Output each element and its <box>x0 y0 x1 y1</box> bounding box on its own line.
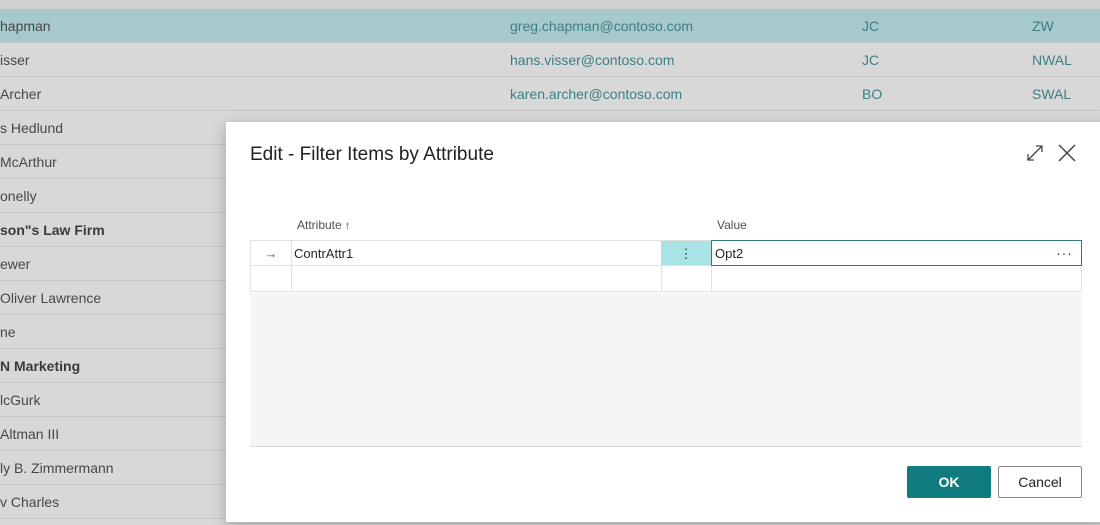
row-name: hapman <box>0 18 51 34</box>
value-cell-text: Opt2 <box>715 246 744 261</box>
grid-empty-area <box>250 293 1082 447</box>
row-menu-cell-empty <box>661 266 712 292</box>
row-code-1: BO <box>862 86 883 102</box>
column-header-attribute-label: Attribute <box>297 218 342 232</box>
more-options-icon[interactable]: ··· <box>1056 241 1073 265</box>
expand-icon-graphic <box>1027 145 1043 161</box>
column-header-value[interactable]: Value <box>717 218 747 232</box>
row-name: s Hedlund <box>0 120 64 136</box>
sort-ascending-icon: ↑ <box>344 220 351 232</box>
grid-row-2[interactable] <box>250 266 1082 292</box>
close-icon-graphic <box>1058 144 1076 162</box>
row-email: greg.chapman@contoso.com <box>510 18 694 34</box>
row-name: ne <box>0 324 16 340</box>
value-cell[interactable]: Opt2 ··· <box>711 240 1082 266</box>
row-name: lcGurk <box>0 392 41 408</box>
row-name: v Charles <box>0 494 60 510</box>
row-name: McArthur <box>0 154 57 170</box>
close-icon[interactable] <box>1054 140 1080 166</box>
row-name: onelly <box>0 188 37 204</box>
row-code-2: SWAL <box>1032 86 1072 102</box>
ok-button[interactable]: OK <box>907 466 991 498</box>
row-email: karen.archer@contoso.com <box>510 86 683 102</box>
row-code-2: NWAL <box>1032 52 1072 68</box>
background-list-top-strip <box>0 0 1100 9</box>
row-name: Oliver Lawrence <box>0 290 102 306</box>
row-menu-icon[interactable]: ⋮ <box>661 240 712 266</box>
row-code-2: ZW <box>1032 18 1054 34</box>
filter-items-dialog: Edit - Filter Items by Attribute Attribu… <box>226 122 1100 522</box>
row-name: Archer <box>0 86 42 102</box>
row-name: ly B. Zimmermann <box>0 460 114 476</box>
attribute-cell-empty[interactable] <box>291 266 662 292</box>
row-name: son"s Law Firm <box>0 222 105 238</box>
row-indicator <box>250 266 292 292</box>
row-name: isser <box>0 52 30 68</box>
attribute-grid: Attribute ↑ Value → ContrAttr1 ⋮ Opt2 ··· <box>250 212 1082 447</box>
row-code-1: JC <box>862 18 880 34</box>
row-email: hans.visser@contoso.com <box>510 52 675 68</box>
row-code-1: JC <box>862 52 880 68</box>
background-list-row: hapman greg.chapman@contoso.com JC ZW <box>0 9 1100 43</box>
attribute-cell[interactable]: ContrAttr1 <box>291 240 662 266</box>
background-list-row: isser hans.visser@contoso.com JC NWAL <box>0 43 1100 77</box>
cancel-button[interactable]: Cancel <box>998 466 1082 498</box>
column-header-attribute[interactable]: Attribute ↑ <box>297 218 350 232</box>
row-name: Altman III <box>0 426 60 442</box>
row-name: ewer <box>0 256 31 272</box>
row-indicator-arrow-icon: → <box>250 240 292 266</box>
background-list-row: Archer karen.archer@contoso.com BO SWAL <box>0 77 1100 111</box>
value-cell-empty[interactable] <box>711 266 1082 292</box>
grid-row-1[interactable]: → ContrAttr1 ⋮ Opt2 ··· <box>250 240 1082 266</box>
row-name: N Marketing <box>0 358 81 374</box>
expand-icon[interactable] <box>1022 140 1048 166</box>
dialog-title: Edit - Filter Items by Attribute <box>250 144 494 165</box>
